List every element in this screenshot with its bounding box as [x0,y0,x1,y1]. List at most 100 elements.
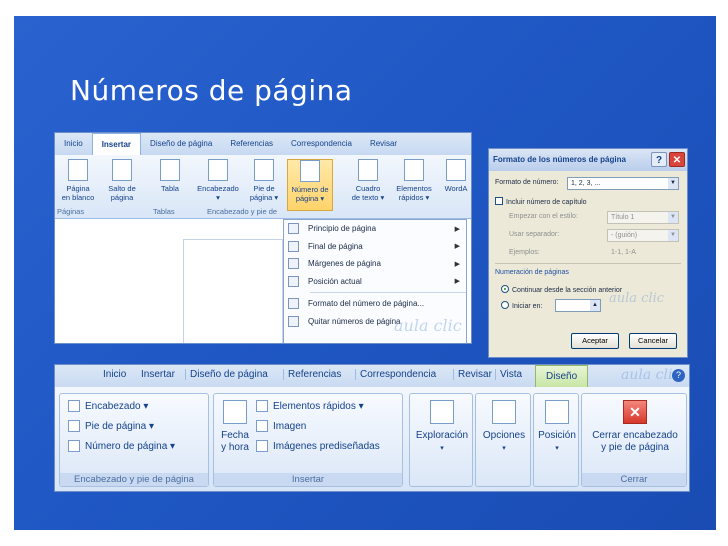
tab-revisar[interactable]: Revisar [361,133,406,155]
tab-correspondencia[interactable]: Correspondencia [282,133,361,155]
insert-ribbon: Página en blanco Salto de página Tabla E… [55,155,471,219]
tab-vista[interactable]: Vista [495,369,522,380]
menu-item-page-margins[interactable]: Márgenes de página ▶ [284,255,466,273]
text-box-button[interactable]: Cuadro de texto ▾ [345,159,391,202]
table-button[interactable]: Tabla [147,159,193,193]
chevron-down-icon: ▼ [668,178,678,189]
close-header-footer-button[interactable]: ✕ Cerrar encabezado y pie de página [582,400,688,454]
include-chapter-option[interactable]: Incluir número de capítulo [495,197,587,206]
page-number-menu: Principio de página ▶ Final de página ▶ Má… [283,219,467,343]
watermark-logo: aula clic [394,316,462,335]
menu-item-current-position[interactable]: Posición actual ▶ [284,273,466,291]
separator-select[interactable]: - (guión) ▼ [607,229,679,242]
clip-art-button[interactable]: Imágenes prediseñadas [256,440,380,452]
table-icon [160,159,180,181]
quick-parts-icon [256,400,268,412]
tab-referencias[interactable]: Referencias [283,369,341,380]
wordart-button[interactable]: WordA [433,159,471,193]
tab-correspondencia[interactable]: Correspondencia [355,369,436,380]
options-group: Opciones ▾ [475,393,531,487]
menu-item-top-of-page[interactable]: Principio de página ▶ [284,220,466,238]
document-page [183,239,283,343]
group-label-tablas: Tablas [153,207,175,216]
continue-option[interactable]: Continuar desde la sección anterior [501,285,622,294]
slide-title: Números de página [70,74,353,107]
format-page-numbers-icon [288,298,299,310]
insert-group: Fecha y hora Elementos rápidos ▾ Imagen … [213,393,403,487]
separator-label: Usar separador: [509,231,560,238]
number-format-label: Formato de número: [495,179,559,186]
include-chapter-checkbox[interactable] [495,197,503,205]
menu-item-bottom-of-page[interactable]: Final de página ▶ [284,238,466,256]
start-at-radio[interactable] [501,301,509,309]
footer-dropdown[interactable]: Pie de página ▾ [68,420,154,432]
submenu-arrow-icon: ▶ [454,260,460,268]
divider [495,263,681,264]
tab-inicio[interactable]: Inicio [103,369,126,380]
watermark-logo: aula clic [609,291,665,306]
dialog-title: Formato de los números de página [493,155,626,164]
help-button[interactable]: ? [651,152,667,167]
header-button[interactable]: Encabezado ▾ [195,159,241,202]
start-style-select[interactable]: Título 1 ▼ [607,211,679,224]
picture-icon [256,420,268,432]
position-button[interactable]: Posición ▾ [534,400,580,455]
group-label-header-footer: Encabezado y pie de página [60,473,208,486]
start-at-option[interactable]: Iniciar en: [501,301,542,310]
picture-button[interactable]: Imagen [256,420,306,432]
ribbon-tab-bar: Inicio Insertar Diseño de página Referen… [55,133,471,155]
tab-diseno-pagina[interactable]: Diseño de página [141,133,221,155]
start-at-input[interactable]: ▲ [555,299,601,312]
current-position-icon [288,275,299,287]
group-label-insert: Insertar [214,473,402,486]
page-break-button[interactable]: Salto de página [99,159,145,202]
footer-icon [68,420,80,432]
tab-referencias[interactable]: Referencias [221,133,282,155]
slide: Números de página Inicio Insertar Diseño… [14,16,716,530]
header-footer-group: Encabezado ▾ Pie de página ▾ Número de p… [59,393,209,487]
close-button[interactable]: ✕ [669,152,685,167]
menu-divider [310,292,466,293]
clip-art-icon [256,440,268,452]
quick-parts-button[interactable]: Elementos rápidos ▾ [391,159,437,202]
navigation-button[interactable]: Exploración ▾ [410,400,474,455]
tab-inicio[interactable]: Inicio [55,133,92,155]
tab-insertar[interactable]: Insertar [141,369,175,380]
dialog-title-bar: Formato de los números de página ? ✕ [489,149,687,171]
header-dropdown[interactable]: Encabezado ▾ [68,400,148,412]
cancel-button[interactable]: Cancelar [629,333,677,349]
blank-page-icon [68,159,88,181]
accept-button[interactable]: Aceptar [571,333,619,349]
menu-item-format-page-numbers[interactable]: Formato del número de página... [284,295,466,313]
options-button[interactable]: Opciones ▾ [476,400,532,455]
blank-page-button[interactable]: Página en blanco [55,159,101,202]
page-number-format-dialog: Formato de los números de página ? ✕ For… [488,148,688,358]
tab-diseno[interactable]: Diseño [535,365,589,387]
page-number-button[interactable]: Número de página ▾ [287,159,333,211]
position-icon [545,400,569,424]
tab-revisar[interactable]: Revisar [453,369,492,380]
page-number-dropdown[interactable]: Número de página ▾ [68,440,175,452]
submenu-arrow-icon: ▶ [454,225,460,233]
tab-insertar[interactable]: Insertar [91,133,142,155]
page-break-icon [112,159,132,181]
tab-diseno-pagina[interactable]: Diseño de página [185,369,268,380]
navigation-icon [430,400,454,424]
options-icon [492,400,516,424]
navigation-group: Exploración ▾ [409,393,473,487]
page-number-icon [68,440,80,452]
chevron-down-icon: ▼ [668,230,678,241]
number-format-select[interactable]: 1, 2, 3, ... ▼ [567,177,679,190]
quick-parts-dropdown[interactable]: Elementos rápidos ▾ [256,400,364,412]
examples-value: 1-1, 1-A [611,249,636,256]
group-label-close: Cerrar [582,473,686,486]
footer-button[interactable]: Pie de página ▾ [241,159,287,202]
footer-icon [254,159,274,181]
continue-radio[interactable] [501,285,509,293]
spinner-icon: ▲ [590,300,600,311]
date-time-button[interactable]: Fecha y hora [218,400,252,454]
page-number-icon [300,160,320,182]
group-label-paginas: Páginas [57,207,85,216]
top-of-page-icon [288,223,299,235]
help-icon[interactable]: ? [672,369,685,382]
